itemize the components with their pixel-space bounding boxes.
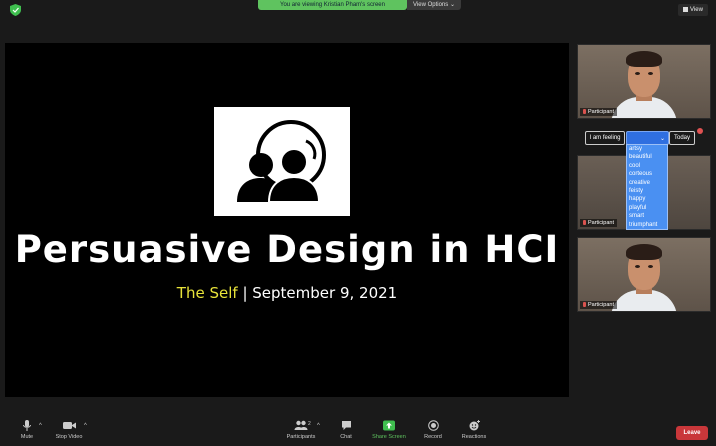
dropdown-option[interactable]: corteous: [627, 170, 667, 178]
leave-button[interactable]: Leave: [676, 426, 708, 440]
users-icon: [237, 120, 326, 203]
feeling-label: I am feeling: [585, 131, 625, 145]
dropdown-option[interactable]: smart: [627, 212, 667, 220]
share-screen-icon: [383, 420, 395, 431]
slide-title: Persuasive Design in HCI: [14, 228, 560, 271]
stop-video-button[interactable]: Stop Video: [49, 418, 89, 444]
top-bar: You are viewing Kristian Pham's screen V…: [0, 0, 716, 20]
participant-video-tile[interactable]: Participant: [577, 237, 711, 312]
participant-name: Participant: [588, 302, 614, 308]
feeling-today-label: Today: [669, 131, 695, 145]
grid-view-icon: [683, 6, 689, 12]
view-button[interactable]: View: [678, 4, 708, 16]
share-screen-button[interactable]: Share Screen: [369, 418, 409, 444]
viewing-screen-banner: You are viewing Kristian Pham's screen: [258, 0, 407, 10]
participants-button[interactable]: Participants: [281, 418, 321, 444]
video-options-caret[interactable]: ^: [84, 423, 87, 429]
dropdown-option[interactable]: playful: [627, 204, 667, 212]
participant-name: Participant: [588, 109, 614, 115]
reactions-button[interactable]: Reactions: [454, 418, 494, 444]
security-shield-icon[interactable]: [10, 4, 21, 16]
share-screen-label: Share Screen: [372, 434, 406, 440]
participant-name-tag: Participant: [580, 301, 617, 309]
participant-video-tile[interactable]: Participant: [577, 44, 711, 119]
participant-name-tag: Participant: [580, 219, 617, 227]
zoom-meeting-window: You are viewing Kristian Pham's screen V…: [0, 0, 716, 446]
chat-label: Chat: [340, 434, 352, 440]
participants-label: Participants: [286, 434, 316, 440]
feeling-select[interactable]: ⌄: [626, 131, 669, 145]
record-icon: [427, 420, 439, 431]
mute-label: Mute: [20, 434, 34, 440]
record-button[interactable]: Record: [413, 418, 453, 444]
chat-button[interactable]: Chat: [326, 418, 366, 444]
slide-subtitle-date: September 9, 2021: [252, 284, 398, 302]
participants-count: 2: [308, 421, 311, 427]
feeling-dropdown-list[interactable]: artsy beautiful cool corteous creative f…: [626, 144, 668, 230]
dropdown-option[interactable]: happy: [627, 195, 667, 203]
muted-mic-icon: [583, 108, 586, 114]
view-options-button[interactable]: View Options ⌄: [407, 0, 461, 10]
stop-video-label: Stop Video: [55, 434, 83, 440]
participant-name-tag: Participant: [580, 108, 617, 116]
shared-screen: Persuasive Design in HCI The Self | Sept…: [5, 43, 569, 397]
slide-subtitle-separator: |: [237, 284, 253, 302]
record-label: Record: [424, 434, 442, 440]
slide-subtitle: The Self | September 9, 2021: [5, 284, 569, 302]
reactions-smiley-icon: [469, 420, 480, 431]
slide-logo-users-icon: [214, 107, 350, 216]
meeting-toolbar: Mute ^ Stop Video ^ Participants 2 ^ Cha…: [0, 416, 716, 446]
dropdown-option[interactable]: beautiful: [627, 153, 667, 161]
participant-name: Participant: [588, 220, 614, 226]
audio-options-caret[interactable]: ^: [39, 423, 42, 429]
dropdown-option[interactable]: triumphant: [627, 221, 667, 229]
notification-dot: [697, 128, 703, 134]
dropdown-option[interactable]: feisty: [627, 187, 667, 195]
participants-icon: [294, 420, 308, 430]
muted-mic-icon: [583, 219, 586, 225]
dropdown-option[interactable]: artsy: [627, 145, 667, 153]
dropdown-option[interactable]: cool: [627, 162, 667, 170]
view-button-label: View: [690, 7, 703, 13]
video-camera-icon: [62, 422, 76, 429]
microphone-icon: [23, 420, 31, 431]
muted-mic-icon: [583, 301, 586, 307]
mute-button[interactable]: Mute: [7, 418, 47, 444]
dropdown-option[interactable]: creative: [627, 179, 667, 187]
chat-icon: [341, 421, 351, 430]
reactions-label: Reactions: [461, 434, 487, 440]
feeling-widget: I am feeling ⌄ Today: [585, 131, 703, 145]
chevron-down-icon: ⌄: [659, 136, 665, 142]
slide-subtitle-highlight: The Self: [176, 284, 238, 302]
participants-options-caret[interactable]: ^: [317, 423, 320, 429]
